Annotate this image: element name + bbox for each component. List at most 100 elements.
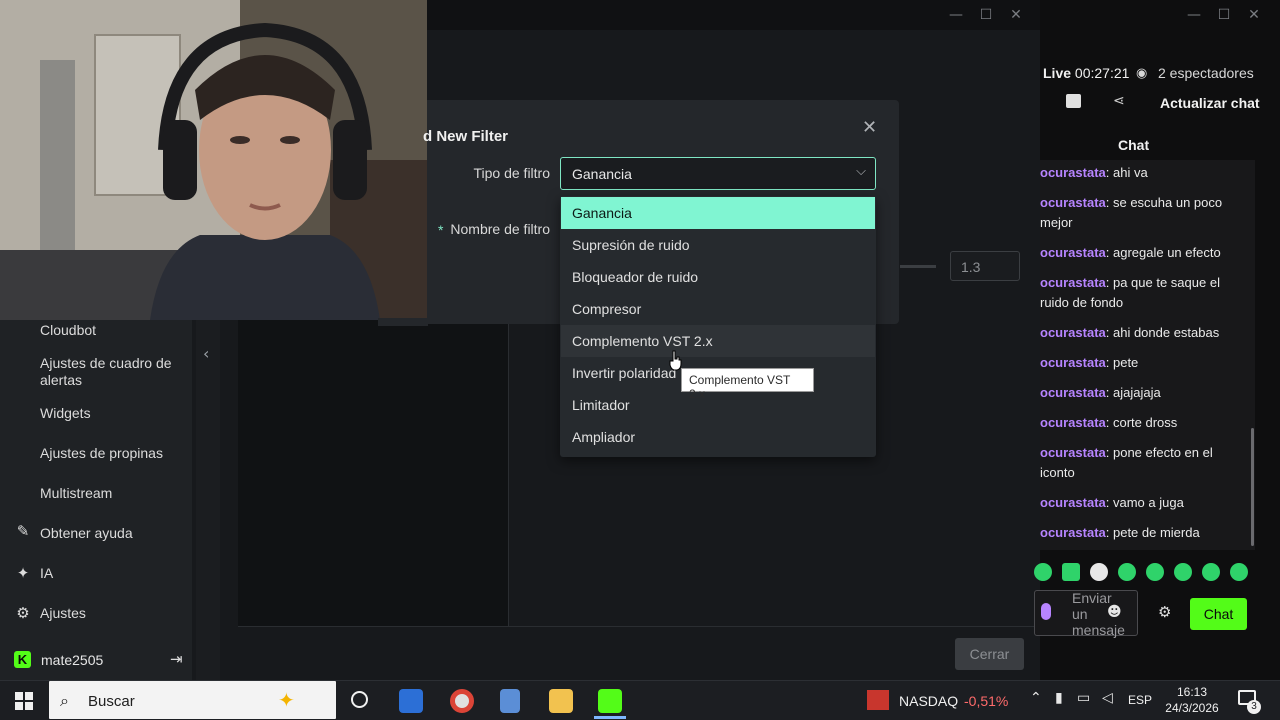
mail-app-icon[interactable] <box>399 689 423 713</box>
dropdown-option[interactable]: Ganancia <box>561 197 875 229</box>
close-icon[interactable]: ✕ <box>862 117 877 138</box>
maximize-icon[interactable]: ☐ <box>976 6 996 24</box>
emote-icon[interactable] <box>1062 563 1080 581</box>
dropdown-option[interactable]: Complemento VST 2.x <box>561 325 875 357</box>
chat-username[interactable]: ocurastata <box>1040 445 1106 460</box>
emote-icon[interactable] <box>1090 563 1108 581</box>
chat-maximize-icon[interactable]: ☐ <box>1214 6 1234 24</box>
sidebar-item-tips[interactable]: Ajustes de propinas <box>40 445 163 462</box>
chat-close-icon[interactable]: ✕ <box>1244 6 1264 24</box>
filter-type-value: Ganancia <box>572 166 632 182</box>
emote-icon[interactable] <box>1202 563 1220 581</box>
chat-username[interactable]: ocurastata <box>1040 275 1106 290</box>
clip-icon[interactable] <box>1066 94 1081 108</box>
chat-message: ocurastata: pete de mierda <box>1040 525 1200 540</box>
filter-type-dropdown: Ganancia Supresión de ruido Bloqueador d… <box>560 196 876 457</box>
language-indicator[interactable]: ESP <box>1128 693 1152 707</box>
network-icon[interactable]: ▭ <box>1077 690 1090 706</box>
chat-minimize-icon[interactable]: — <box>1184 6 1204 24</box>
chat-username[interactable]: ocurastata <box>1040 385 1106 400</box>
dropdown-option[interactable]: Limitador <box>561 389 875 421</box>
chat-message: ocurastata: se escuha un poco mejor <box>1040 195 1223 230</box>
chat-username[interactable]: ocurastata <box>1040 525 1106 540</box>
filter-name-label: Nombre de filtro <box>450 221 550 237</box>
refresh-chat-button[interactable]: Actualizar chat <box>1160 95 1260 111</box>
emote-icon[interactable] <box>1146 563 1164 581</box>
microphone-icon[interactable] <box>1041 603 1051 620</box>
chat-text: ahi va <box>1112 165 1148 180</box>
calculator-icon[interactable] <box>500 689 520 713</box>
microphone-tray-icon[interactable]: ▮ <box>1055 690 1063 706</box>
chat-username[interactable]: ocurastata <box>1040 415 1106 430</box>
emote-icon[interactable] <box>1230 563 1248 581</box>
chat-username[interactable]: ocurastata <box>1040 195 1106 210</box>
stock-ticker[interactable]: NASDAQ <box>899 693 958 709</box>
clock[interactable]: 16:13 24/3/2026 <box>1164 684 1220 716</box>
send-chat-button[interactable]: Chat <box>1190 598 1247 630</box>
sparkle-icon: ✦ <box>278 688 295 712</box>
chevron-up-icon[interactable]: ⌃ <box>1030 690 1042 706</box>
account-name[interactable]: mate2505 <box>41 652 103 668</box>
dropdown-option[interactable]: Bloqueador de ruido <box>561 261 875 293</box>
sidebar-item-settings[interactable]: Ajustes <box>40 605 86 622</box>
live-timer: 00:27:21 <box>1074 65 1130 81</box>
file-explorer-icon[interactable] <box>549 689 573 713</box>
chat-username[interactable]: ocurastata <box>1040 355 1106 370</box>
chat-username[interactable]: ocurastata <box>1040 165 1106 180</box>
hand-cursor-icon <box>669 350 682 371</box>
chat-message: ocurastata: pa que te saque el ruido de … <box>1040 275 1220 310</box>
filters-list-panel <box>238 318 508 626</box>
sidebar-item-cloudbot[interactable]: Cloudbot <box>40 322 96 339</box>
dropdown-option[interactable]: Ampliador <box>561 421 875 453</box>
chat-text: ahi donde estabas <box>1112 325 1220 340</box>
value-slider[interactable] <box>900 265 936 268</box>
close-button[interactable]: Cerrar <box>955 638 1024 670</box>
filter-type-select[interactable]: Ganancia ⌵ <box>560 157 876 190</box>
chat-username[interactable]: ocurastata <box>1040 325 1106 340</box>
chat-scrollbar[interactable] <box>1251 428 1254 546</box>
task-view-icon[interactable] <box>351 691 368 708</box>
emoji-icon[interactable]: ☻ <box>1107 604 1122 620</box>
sidebar-item-ai[interactable]: IA <box>40 565 53 582</box>
chevron-down-icon: ⌵ <box>856 164 866 179</box>
value-input[interactable]: 1.3 <box>950 251 1020 281</box>
modal-shadow-strip <box>378 318 428 326</box>
streamlabs-icon[interactable] <box>598 689 622 713</box>
dropdown-option[interactable]: Compresor <box>561 293 875 325</box>
chat-username[interactable]: ocurastata <box>1040 245 1106 260</box>
webcam-feed <box>0 0 427 320</box>
active-app-indicator <box>594 716 626 719</box>
sidebar-item-multistream[interactable]: Multistream <box>40 485 112 502</box>
sidebar-item-widgets[interactable]: Widgets <box>40 405 91 422</box>
windows-start-icon[interactable] <box>15 692 33 710</box>
chat-username[interactable]: ocurastata <box>1040 495 1106 510</box>
sidebar-collapse-strip <box>196 318 220 680</box>
emote-bar <box>1034 563 1248 585</box>
sidebar-item-help[interactable]: Obtener ayuda <box>40 525 133 542</box>
viewer-count: 2 espectadores <box>1158 65 1254 81</box>
help-icon: ✎ <box>16 522 30 540</box>
share-icon[interactable]: ⋖ <box>1113 93 1125 109</box>
chat-message: ocurastata: agregale un efecto <box>1040 245 1221 260</box>
chat-text: agregale un efecto <box>1112 245 1221 260</box>
chat-text: pete <box>1112 355 1139 370</box>
dropdown-option[interactable]: Supresión de ruido <box>561 229 875 261</box>
kick-logo-icon: K <box>14 651 31 668</box>
chat-input-placeholder: Enviar un mensaje <box>1072 590 1125 638</box>
emote-icon[interactable] <box>1034 563 1052 581</box>
logout-icon[interactable]: ⇥ <box>170 650 183 668</box>
taskbar-search-placeholder: Buscar <box>88 693 135 710</box>
chrome-icon[interactable] <box>450 689 474 713</box>
chat-text: ajajajaja <box>1112 385 1161 400</box>
volume-icon[interactable]: ◁ <box>1102 690 1113 706</box>
chat-text: corte dross <box>1112 415 1178 430</box>
close-window-icon[interactable]: ✕ <box>1006 6 1026 24</box>
chat-settings-icon[interactable]: ⚙ <box>1158 603 1171 621</box>
sidebar-item-alert-box[interactable]: Ajustes de cuadro de alertas <box>40 355 180 389</box>
chevron-left-icon[interactable]: ‹ <box>203 344 209 363</box>
minimize-icon[interactable]: — <box>946 6 966 24</box>
chat-message: ocurastata: pone efecto en el iconto <box>1040 445 1213 480</box>
chat-message: ocurastata: vamo a juga <box>1040 495 1184 510</box>
emote-icon[interactable] <box>1174 563 1192 581</box>
emote-icon[interactable] <box>1118 563 1136 581</box>
